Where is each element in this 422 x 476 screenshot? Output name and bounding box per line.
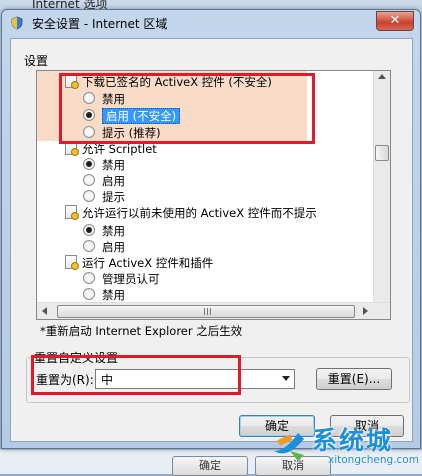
title-bar: 安全设置 - Internet 区域 ✕ <box>2 10 420 36</box>
close-button[interactable]: ✕ <box>376 11 414 31</box>
setting-option-label: 禁用 <box>102 288 125 302</box>
radio-unchecked-icon[interactable] <box>83 174 95 186</box>
setting-option[interactable]: 禁用 <box>83 287 125 303</box>
setting-page-icon <box>65 255 79 270</box>
annotation-box-activex <box>59 73 315 144</box>
reset-button[interactable]: 重置(E)... <box>316 368 392 390</box>
setting-option-label: 启用 <box>102 174 125 188</box>
scroll-up-arrow-icon[interactable] <box>378 74 386 79</box>
vertical-scrollbar[interactable] <box>373 71 390 303</box>
setting-option-label: 启用 <box>102 240 125 254</box>
setting-group: 运行 ActiveX 控件和插件 <box>65 255 213 271</box>
vertical-scroll-thumb[interactable] <box>375 145 389 161</box>
watermark-brand: 系统城 <box>312 426 394 455</box>
scroll-right-arrow-icon[interactable] <box>363 307 368 315</box>
chevron-down-icon <box>282 376 290 381</box>
scroll-left-arrow-icon[interactable] <box>42 307 47 315</box>
setting-group-label: 允许 Scriptlet <box>82 142 157 156</box>
background-ok-button[interactable]: 确定 <box>172 456 248 476</box>
setting-option-label: 禁用 <box>102 158 125 172</box>
watermark: 系统城 xitongcheng.com <box>268 419 422 471</box>
restart-note: *重新启动 Internet Explorer 之后生效 <box>40 324 243 338</box>
setting-option-label: 提示 <box>102 190 125 204</box>
setting-option[interactable]: 禁用 <box>83 223 125 239</box>
radio-unchecked-icon[interactable] <box>83 190 95 202</box>
settings-label: 设置 <box>24 54 49 68</box>
setting-option[interactable]: 启用 <box>83 239 125 255</box>
annotation-box-reset <box>31 355 241 395</box>
setting-option[interactable]: 提示 <box>83 189 125 205</box>
watermark-logo-icon <box>274 433 304 461</box>
dialog-title: 安全设置 - Internet 区域 <box>32 17 168 31</box>
setting-option-label: 禁用 <box>102 224 125 238</box>
radio-checked-icon[interactable] <box>83 158 95 170</box>
radio-unchecked-icon[interactable] <box>83 272 95 284</box>
watermark-url: xitongcheng.com <box>328 454 419 466</box>
setting-group-label: 运行 ActiveX 控件和插件 <box>82 256 214 270</box>
horizontal-scroll-thumb[interactable] <box>57 305 355 318</box>
grip-icon <box>204 308 212 315</box>
horizontal-scrollbar[interactable] <box>37 302 390 319</box>
radio-unchecked-icon[interactable] <box>83 240 95 252</box>
shield-icon <box>11 16 23 30</box>
setting-option[interactable]: 启用 <box>83 173 125 189</box>
setting-option[interactable]: 禁用 <box>83 157 125 173</box>
setting-option[interactable]: 管理员认可 <box>83 271 160 287</box>
radio-checked-icon[interactable] <box>83 224 95 236</box>
setting-group: 允许运行以前未使用的 ActiveX 控件而不提示 <box>65 205 317 221</box>
setting-group-label: 允许运行以前未使用的 ActiveX 控件而不提示 <box>82 206 317 220</box>
setting-page-icon <box>65 205 79 220</box>
radio-unchecked-icon[interactable] <box>83 288 95 300</box>
setting-option-label: 管理员认可 <box>102 272 160 286</box>
